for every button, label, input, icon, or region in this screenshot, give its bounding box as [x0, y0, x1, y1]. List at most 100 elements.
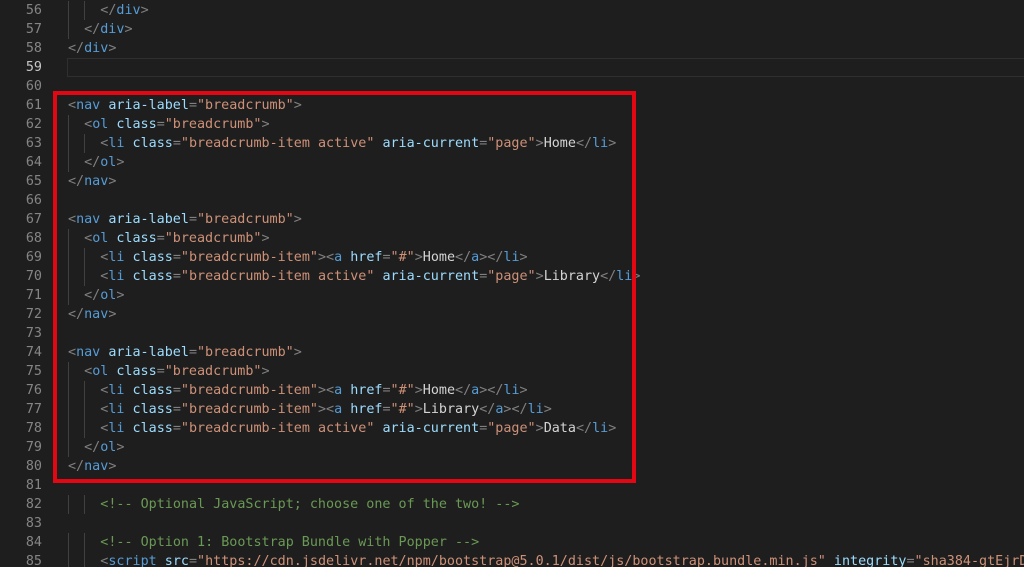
attribute-name: aria-current — [382, 421, 480, 436]
code-line[interactable]: 59 — [0, 58, 1024, 77]
code-line[interactable]: 56 </div> — [0, 1, 1024, 20]
code-punctuation: < — [68, 212, 77, 227]
tag-name: li — [503, 383, 520, 398]
line-code[interactable]: <li class="breadcrumb-item"><a href="#">… — [100, 400, 552, 419]
line-code[interactable]: <li class="breadcrumb-item active" aria-… — [100, 267, 640, 286]
code-line[interactable]: 73 — [0, 324, 1024, 343]
code-editor[interactable]: 56 </div> 57 </div> 58 </div> 59 60 61 <nav aria-… — [0, 0, 1024, 567]
line-code[interactable]: <li class="breadcrumb-item active" aria-… — [100, 134, 616, 153]
tag-name: div — [116, 3, 141, 18]
code-line[interactable]: 84 <!-- Option 1: Bootstrap Bundle with P… — [0, 533, 1024, 552]
code-line[interactable]: 64 </ol> — [0, 153, 1024, 172]
code-line[interactable]: 68 <ol class="breadcrumb"> — [0, 229, 1024, 248]
line-code[interactable]: </div> — [84, 20, 132, 39]
line-code[interactable]: </ol> — [84, 286, 124, 305]
tag-name: li — [108, 250, 125, 265]
code-line[interactable]: 83 — [0, 514, 1024, 533]
tag-name: nav — [84, 459, 109, 474]
code-punctuation — [342, 402, 350, 417]
code-line[interactable]: 74 <nav aria-label="breadcrumb"> — [0, 343, 1024, 362]
text-content: Home — [543, 136, 576, 151]
code-punctuation — [157, 554, 165, 567]
code-line[interactable]: 78 <li class="breadcrumb-item active" ari… — [0, 419, 1024, 438]
code-punctuation — [124, 383, 132, 398]
code-line[interactable]: 82 <!-- Optional JavaScript; choose one o… — [0, 495, 1024, 514]
line-code[interactable]: <li class="breadcrumb-item"><a href="#">… — [100, 248, 527, 267]
tag-name: div — [100, 22, 125, 37]
code-line[interactable]: 71 </ol> — [0, 286, 1024, 305]
code-punctuation: < — [68, 98, 77, 113]
code-punctuation: = — [382, 250, 391, 265]
code-punctuation — [124, 402, 132, 417]
code-line[interactable]: 58 </div> — [0, 39, 1024, 58]
indent-guide — [68, 495, 69, 514]
line-code[interactable]: </ol> — [84, 438, 124, 457]
line-code[interactable]: </nav> — [68, 305, 116, 324]
attribute-name: href — [350, 250, 383, 265]
attribute-value: "breadcrumb-item active" — [180, 269, 375, 284]
code-line[interactable]: 60 — [0, 77, 1024, 96]
line-code[interactable]: </nav> — [68, 172, 116, 191]
code-punctuation: </ — [575, 421, 593, 436]
line-code[interactable]: </div> — [68, 39, 116, 58]
line-code[interactable]: <nav aria-label="breadcrumb"> — [68, 210, 302, 229]
line-code[interactable]: <nav aria-label="breadcrumb"> — [68, 96, 302, 115]
code-line[interactable]: 75 <ol class="breadcrumb"> — [0, 362, 1024, 381]
attribute-name: class — [116, 117, 157, 132]
line-code[interactable]: <nav aria-label="breadcrumb"> — [68, 343, 302, 362]
line-code[interactable]: </ol> — [84, 153, 124, 172]
code-line[interactable]: 85 <script src="https://cdn.jsdelivr.net/… — [0, 552, 1024, 567]
line-code[interactable]: <ol class="breadcrumb"> — [84, 229, 269, 248]
tag-name: li — [108, 269, 125, 284]
line-code[interactable]: </div> — [100, 1, 148, 20]
line-code[interactable]: <!-- Optional JavaScript; choose one of … — [100, 495, 519, 514]
line-number: 71 — [25, 288, 42, 303]
code-line[interactable]: 77 <li class="breadcrumb-item"><a href="#… — [0, 400, 1024, 419]
code-line[interactable]: 66 — [0, 191, 1024, 210]
code-line[interactable]: 70 <li class="breadcrumb-item active" ari… — [0, 267, 1024, 286]
attribute-name: aria-label — [108, 98, 189, 113]
tag-name: ol — [92, 117, 109, 132]
line-code[interactable]: <ol class="breadcrumb"> — [84, 115, 269, 134]
code-line[interactable]: 69 <li class="breadcrumb-item"><a href="#… — [0, 248, 1024, 267]
text-content: Home — [422, 250, 456, 265]
code-line[interactable]: 81 — [0, 476, 1024, 495]
code-punctuation: > — [543, 402, 552, 417]
attribute-value: "breadcrumb" — [164, 231, 262, 246]
code-punctuation: = — [172, 402, 181, 417]
code-punctuation: </ — [84, 440, 101, 455]
tag-name: ol — [100, 288, 117, 303]
indent-guide — [68, 248, 69, 267]
code-line[interactable]: 76 <li class="breadcrumb-item"><a href="#… — [0, 381, 1024, 400]
code-punctuation: </ — [84, 22, 101, 37]
code-line[interactable]: 61 <nav aria-label="breadcrumb"> — [0, 96, 1024, 115]
code-punctuation: = — [172, 250, 181, 265]
indent-guide — [84, 134, 86, 153]
line-code[interactable]: <!-- Option 1: Bootstrap Bundle with Pop… — [100, 533, 479, 552]
code-punctuation: </ — [84, 288, 101, 303]
indent-guide — [68, 115, 69, 134]
line-code[interactable]: <script src="https://cdn.jsdelivr.net/np… — [100, 552, 1024, 567]
code-line[interactable]: 65 </nav> — [0, 172, 1024, 191]
code-punctuation — [826, 554, 834, 567]
tag-name: nav — [76, 98, 101, 113]
text-content: Home — [422, 383, 456, 398]
attribute-value: "breadcrumb" — [197, 98, 294, 113]
code-punctuation: </ — [479, 402, 496, 417]
attribute-name: class — [132, 136, 173, 151]
line-code[interactable]: <li class="breadcrumb-item"><a href="#">… — [100, 381, 527, 400]
code-line[interactable]: 63 <li class="breadcrumb-item active" ari… — [0, 134, 1024, 153]
line-code[interactable]: </nav> — [68, 457, 116, 476]
code-line[interactable]: 79 </ol> — [0, 438, 1024, 457]
code-line[interactable]: 67 <nav aria-label="breadcrumb"> — [0, 210, 1024, 229]
code-line[interactable]: 62 <ol class="breadcrumb"> — [0, 115, 1024, 134]
code-line[interactable]: 80 </nav> — [0, 457, 1024, 476]
line-code[interactable]: <ol class="breadcrumb"> — [84, 362, 269, 381]
code-punctuation: = — [156, 231, 165, 246]
code-line[interactable]: 72 </nav> — [0, 305, 1024, 324]
code-line[interactable]: 57 </div> — [0, 20, 1024, 39]
attribute-name: aria-label — [108, 212, 189, 227]
line-code[interactable]: <li class="breadcrumb-item active" aria-… — [100, 419, 616, 438]
line-number: 82 — [25, 497, 42, 512]
code-punctuation: = — [172, 421, 181, 436]
